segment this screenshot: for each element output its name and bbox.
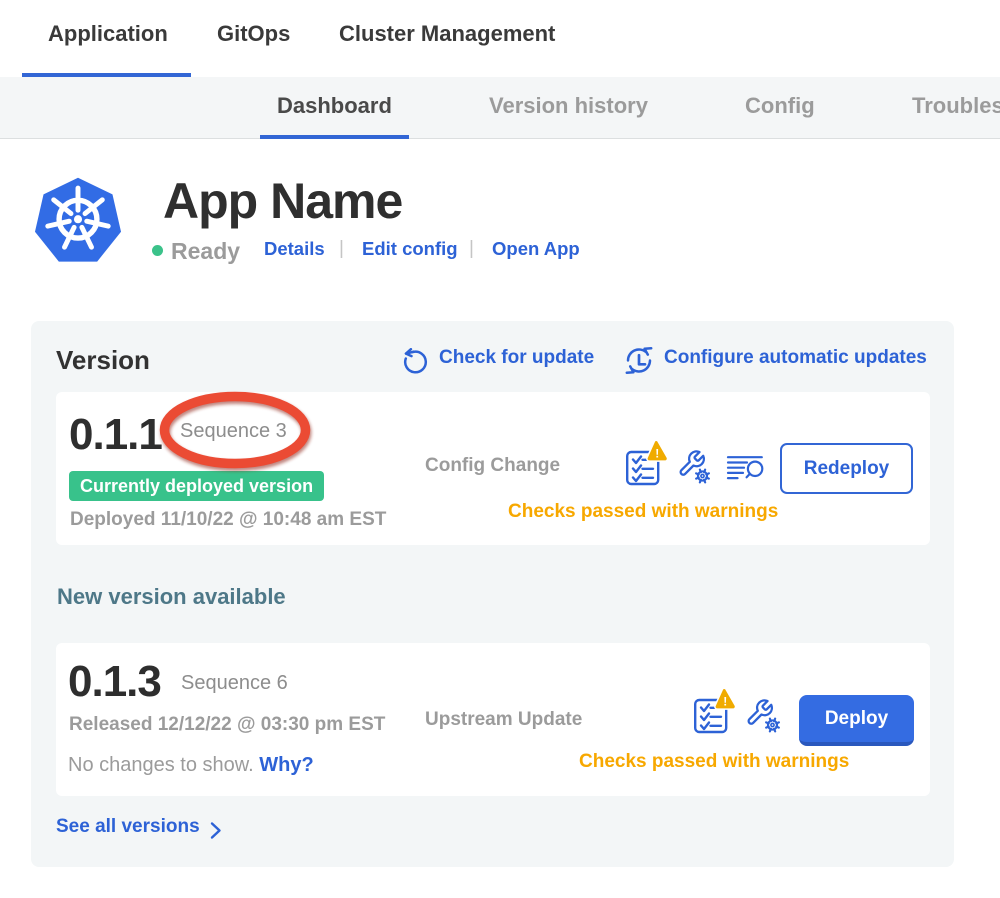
svg-text:!: !: [723, 695, 727, 709]
svg-text:!: !: [655, 447, 659, 461]
